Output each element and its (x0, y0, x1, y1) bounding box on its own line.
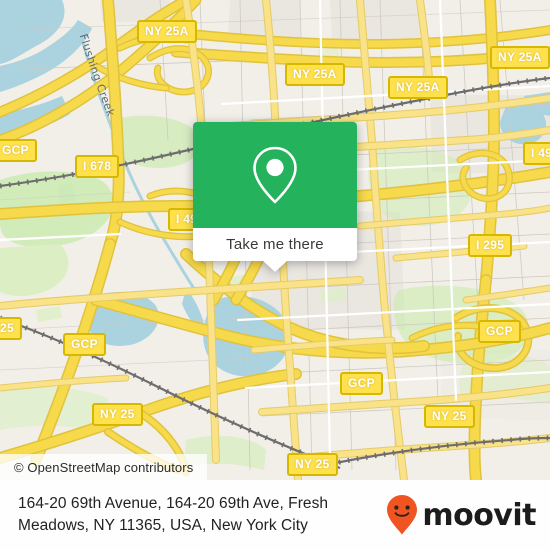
route-shield: GCP (0, 139, 37, 162)
osm-attribution-text: © OpenStreetMap contributors (14, 459, 194, 475)
address-text: 164-20 69th Avenue, 164-20 69th Ave, Fre… (18, 494, 329, 534)
route-shield: NY 25 (424, 405, 475, 428)
route-shield: GCP (340, 372, 383, 395)
map-screenshot: .land { fill:#f2efe9; } .resid { fill:#e… (0, 0, 550, 550)
take-me-there-label: Take me there (226, 236, 324, 253)
route-shield: NY 25A (285, 63, 345, 86)
moovit-logo[interactable]: moovit (385, 494, 536, 536)
route-shield: I 295 (468, 234, 513, 257)
route-shield: NY 25A (388, 76, 448, 99)
osm-attribution[interactable]: © OpenStreetMap contributors (0, 454, 208, 480)
route-shield: NY 25 (287, 453, 338, 476)
moovit-pin-icon (387, 495, 418, 535)
footer-bar: 164-20 69th Avenue, 164-20 69th Ave, Fre… (0, 480, 550, 550)
map-pin-icon (253, 146, 297, 204)
route-shield: I 495 (523, 142, 550, 165)
callout-pointer (262, 260, 288, 272)
route-shield: I 678 (75, 155, 120, 178)
moovit-wordmark: moovit (422, 497, 536, 533)
location-callout-card[interactable]: Take me there (193, 122, 357, 272)
route-shield: 25 (0, 317, 22, 340)
route-shield: GCP (63, 333, 106, 356)
route-shield: GCP (478, 320, 521, 343)
callout-icon-area (193, 122, 357, 228)
map-canvas[interactable]: .land { fill:#f2efe9; } .resid { fill:#e… (0, 0, 550, 480)
route-shield: NY 25A (490, 46, 550, 69)
route-shield: NY 25 (92, 403, 143, 426)
route-shield: NY 25A (137, 20, 197, 43)
callout-action-area[interactable]: Take me there (193, 228, 357, 272)
